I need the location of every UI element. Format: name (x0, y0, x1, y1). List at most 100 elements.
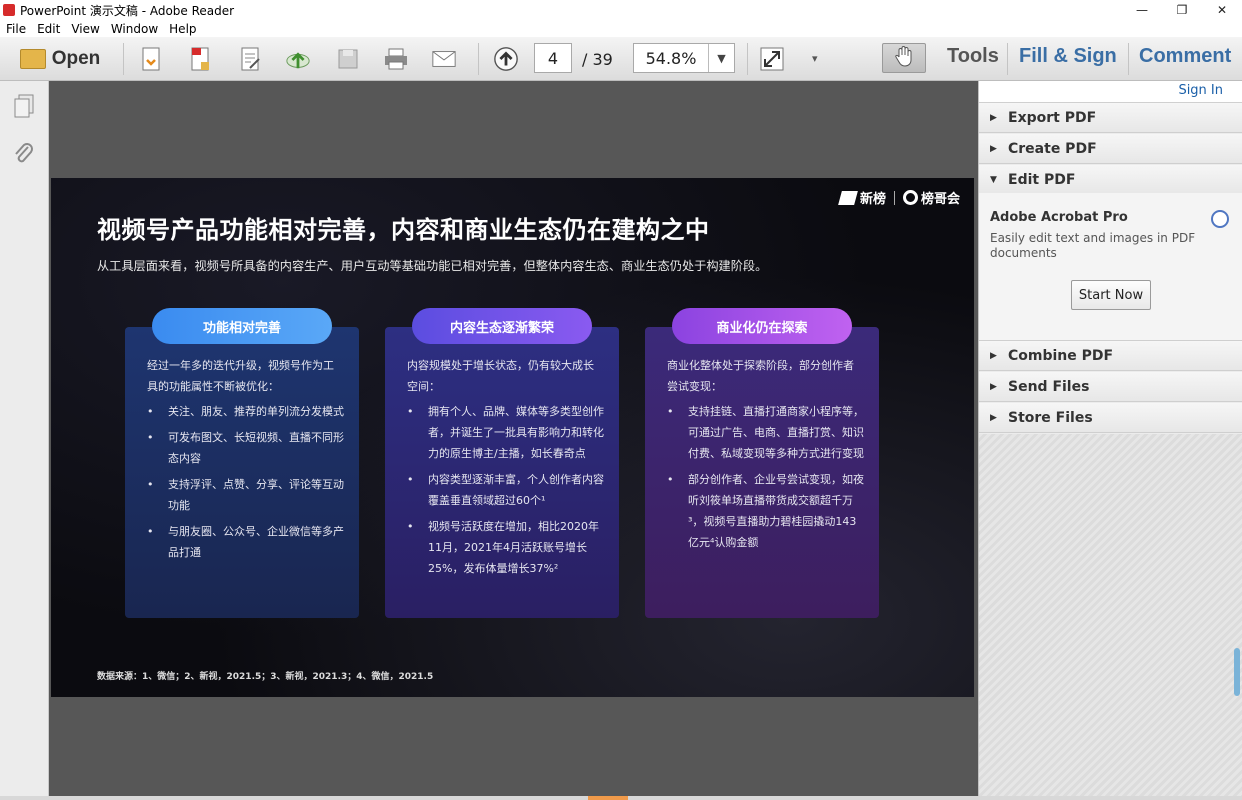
brand-newrank: 新榜 (859, 192, 886, 207)
menu-window[interactable]: Window (111, 22, 158, 36)
list-item: 视频号活跃度在增加，相比2020年11月，2021年4月活跃账号增长25%，发布… (407, 516, 607, 579)
full-screen-button[interactable] (759, 43, 785, 75)
chevron-right-icon: ▶ (990, 412, 997, 423)
section-create-pdf[interactable]: ▶ Create PDF (979, 134, 1242, 164)
tab-tools[interactable]: Tools (947, 45, 999, 68)
card-bullet-list: 支持挂链、直播打通商家小程序等，可通过广告、电商、直播打赏、知识付费、私域变现等… (667, 401, 867, 558)
previous-page-button[interactable] (493, 43, 519, 75)
menu-view[interactable]: View (71, 22, 99, 36)
print-button[interactable] (383, 43, 409, 75)
panel-background (979, 434, 1242, 796)
arrow-up-circle-icon (493, 46, 519, 72)
folder-icon (19, 49, 46, 69)
hand-icon (894, 45, 914, 71)
document-view[interactable]: 新榜 榜哥会 视频号产品功能相对完善，内容和商业生态仍在建构之中 从工具层面来看… (49, 81, 978, 796)
card-bullet-list: 关注、朋友、推荐的单列流分发模式 可发布图文、长短视频、直播不同形态内容 支持浮… (147, 401, 347, 568)
create-pdf-button[interactable] (138, 43, 164, 75)
product-description: Easily edit text and images in PDF docum… (990, 231, 1196, 260)
scrollbar-handle[interactable] (1234, 648, 1240, 696)
product-name: Adobe Acrobat Pro (990, 210, 1128, 225)
list-item: 关注、朋友、推荐的单列流分发模式 (147, 401, 347, 422)
section-label: Store Files (1008, 409, 1093, 426)
card-intro: 商业化整体处于探索阶段，部分创作者尝试变现： (667, 359, 854, 393)
section-send-files[interactable]: ▶ Send Files (979, 372, 1242, 402)
edit-document-button[interactable] (237, 43, 263, 75)
card-features: 功能相对完善 经过一年多的迭代升级，视频号作为工具的功能属性不断被优化： 关注、… (125, 308, 359, 618)
restore-button[interactable]: ❐ (1162, 0, 1202, 20)
section-label: Export PDF (1008, 109, 1097, 126)
slide-footnote: 数据来源：1、微信；2、新视，2021.5；3、新视，2021.3；4、微信，2… (97, 672, 434, 682)
acrobat-pro-icon (1211, 210, 1229, 228)
section-export-pdf[interactable]: ▶ Export PDF (979, 103, 1242, 133)
menu-file[interactable]: File (6, 22, 26, 36)
status-strip (0, 796, 1242, 800)
sign-in-link[interactable]: Sign In (1178, 83, 1223, 98)
chevron-down-icon[interactable]: ▼ (708, 44, 734, 72)
status-indicator (588, 796, 628, 800)
create-pdf-icon (138, 46, 164, 72)
card-commercialization: 商业化仍在探索 商业化整体处于探索阶段，部分创作者尝试变现： 支持挂链、直播打通… (645, 308, 879, 618)
card-bullet-list: 拥有个人、品牌、媒体等多类型创作者，并诞生了一批具有影响力和转化力的原生博主/主… (407, 401, 607, 584)
expand-icon (759, 46, 785, 72)
window-controls: — ❐ ✕ (1122, 0, 1242, 20)
list-item: 部分创作者、企业号尝试变现，如夜听刘筱单场直播带货成交额超千万³，视频号直播助力… (667, 469, 867, 553)
section-combine-pdf[interactable]: ▶ Combine PDF (979, 341, 1242, 371)
start-now-button[interactable]: Start Now (1071, 280, 1151, 310)
chevron-down-icon: ▼ (990, 174, 997, 185)
tab-fill-sign[interactable]: Fill & Sign (1019, 45, 1117, 68)
export-pdf-icon (187, 46, 213, 72)
card-heading: 商业化仍在探索 (672, 308, 852, 344)
chevron-right-icon: ▶ (990, 112, 997, 123)
card-intro: 经过一年多的迭代升级，视频号作为工具的功能属性不断被优化： (147, 359, 334, 393)
list-item: 与朋友圈、公众号、企业微信等多产品打通 (147, 521, 347, 563)
minimize-button[interactable]: — (1122, 0, 1162, 20)
card-intro: 内容规模处于增长状态，仍有较大成长空间： (407, 359, 594, 393)
menu-edit[interactable]: Edit (37, 22, 60, 36)
toolbar-divider (747, 43, 748, 75)
hand-tool-button[interactable] (882, 43, 926, 73)
close-button[interactable]: ✕ (1202, 0, 1242, 20)
list-item: 支持挂链、直播打通商家小程序等，可通过广告、电商、直播打赏、知识付费、私域变现等… (667, 401, 867, 464)
edit-document-icon (237, 46, 263, 72)
list-item: 内容类型逐渐丰富，个人创作者内容覆盖垂直领域超过60个¹ (407, 469, 607, 511)
list-item: 拥有个人、品牌、媒体等多类型创作者，并诞生了一批具有影响力和转化力的原生博主/主… (407, 401, 607, 464)
navigation-pane (0, 81, 49, 796)
page-number-input[interactable]: 4 (534, 43, 572, 73)
zoom-value[interactable]: 54.8% (634, 44, 708, 72)
save-button[interactable] (335, 43, 361, 75)
upload-button[interactable] (285, 43, 311, 75)
edit-pdf-panel: Adobe Acrobat Pro Easily edit text and i… (979, 193, 1242, 341)
more-tools-chevron-icon[interactable]: ▾ (812, 52, 818, 65)
tools-pane: Sign In ▶ Export PDF ▶ Create PDF ▼ Edit… (978, 81, 1242, 796)
brand-divider (893, 190, 895, 205)
zoom-select[interactable]: 54.8% ▼ (633, 43, 735, 73)
title-bar: PowerPoint 演示文稿 - Adobe Reader — ❐ ✕ (0, 0, 1242, 20)
page-total: / 39 (582, 50, 613, 69)
menu-help[interactable]: Help (169, 22, 196, 36)
slide-subtitle: 从工具层面来看，视频号所具备的内容生产、用户互动等基础功能已相对完善，但整体内容… (97, 259, 768, 273)
printer-icon (383, 46, 409, 72)
toolbar-divider (1007, 43, 1008, 75)
toolbar-divider (123, 43, 124, 75)
open-label: Open (51, 48, 101, 69)
section-store-files[interactable]: ▶ Store Files (979, 403, 1242, 433)
section-label: Send Files (1008, 378, 1090, 395)
email-button[interactable] (431, 43, 457, 75)
envelope-icon (431, 46, 457, 72)
section-label: Create PDF (1008, 140, 1097, 157)
adobe-reader-icon (3, 4, 15, 16)
window-title: PowerPoint 演示文稿 - Adobe Reader (20, 3, 235, 18)
tab-comment[interactable]: Comment (1139, 45, 1231, 68)
section-edit-pdf[interactable]: ▼ Edit PDF (979, 165, 1242, 195)
list-item: 可发布图文、长短视频、直播不同形态内容 (147, 427, 347, 469)
export-pdf-button[interactable] (187, 43, 213, 75)
open-button[interactable]: Open (10, 43, 110, 75)
card-heading: 功能相对完善 (152, 308, 332, 344)
brand-logos: 新榜 榜哥会 (838, 188, 960, 207)
pages-icon[interactable] (13, 93, 35, 119)
chevron-right-icon: ▶ (990, 350, 997, 361)
toolbar-divider (478, 43, 479, 75)
pdf-page-slide: 新榜 榜哥会 视频号产品功能相对完善，内容和商业生态仍在建构之中 从工具层面来看… (51, 178, 974, 697)
attachment-icon[interactable] (13, 141, 35, 167)
chevron-right-icon: ▶ (990, 143, 997, 154)
